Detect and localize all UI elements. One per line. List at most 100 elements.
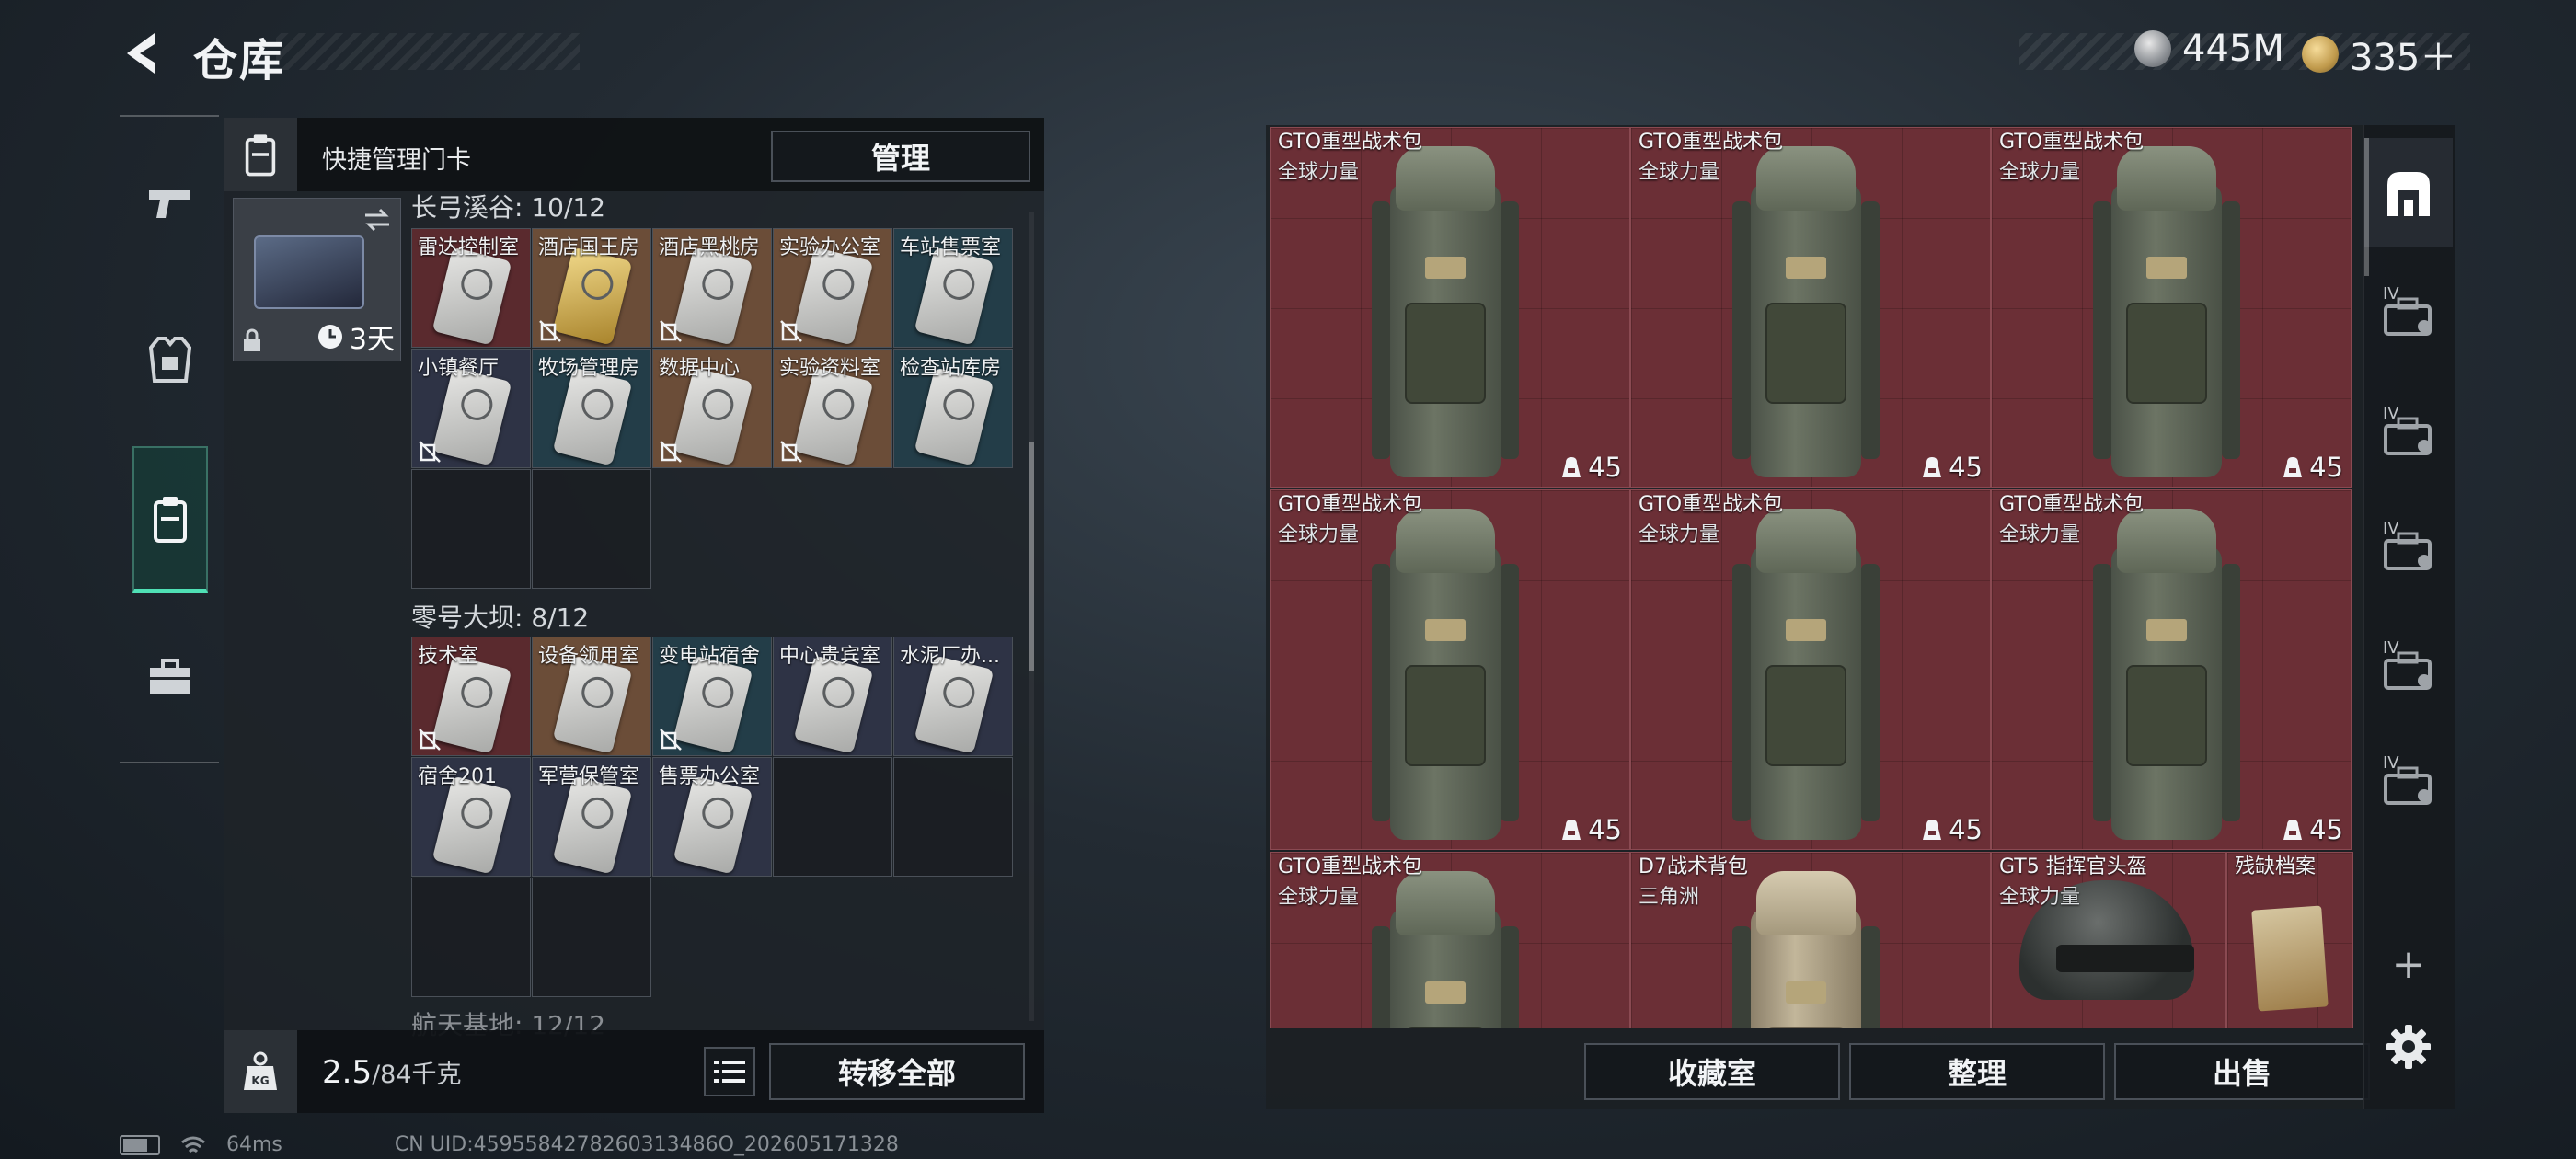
manage-button[interactable]: 管理 <box>771 131 1030 182</box>
keycard-image <box>793 367 874 466</box>
sidebar-item-consumables[interactable] <box>132 625 208 729</box>
keycard-item[interactable]: 小镇餐厅 <box>411 349 531 468</box>
keycard-item[interactable]: 设备领用室 <box>532 637 651 756</box>
swap-icon[interactable] <box>362 204 393 235</box>
stash-item[interactable]: GTO重型战术包 全球力量 45 <box>1991 127 2352 488</box>
collection-room-button[interactable]: 收藏室 <box>1584 1043 1840 1100</box>
stash-item[interactable]: D7战术背包 三角洲 <box>1630 852 1991 1028</box>
add-stash-button[interactable]: + <box>2374 929 2444 999</box>
keycard-image <box>552 247 633 346</box>
sidebar-item-equipment[interactable] <box>132 308 208 411</box>
keycard-item[interactable]: 宿舍201 <box>411 757 531 877</box>
pistol-icon <box>149 190 190 218</box>
keycard-image <box>673 655 753 754</box>
keycard-label: 变电站宿舍 <box>659 645 761 668</box>
section-title-dam: 零号大坝: 8/12 <box>411 602 590 633</box>
item-brand: 全球力量 <box>1999 523 2081 546</box>
back-button[interactable] <box>118 28 169 79</box>
keycard-item[interactable]: 变电站宿舍 <box>652 637 772 756</box>
scrollbar-thumb[interactable] <box>1029 442 1034 671</box>
toolbox-icon <box>150 659 190 694</box>
keycard-item[interactable]: 牧场管理房 <box>532 349 651 468</box>
sort-button[interactable]: 整理 <box>1849 1043 2105 1100</box>
item-brand: 全球力量 <box>1999 161 2081 184</box>
keycard-label: 中心贵宾室 <box>779 645 881 668</box>
item-name: GTO重型战术包 <box>1639 131 1784 154</box>
item-name: GT5 指挥官头盔 <box>1999 855 2147 878</box>
slot-timer-label: 3天 <box>349 324 395 356</box>
slot-timer: 3天 <box>316 316 395 357</box>
settings-button[interactable] <box>2374 1012 2444 1082</box>
empty-keycard-slot[interactable] <box>532 469 651 589</box>
empty-keycard-slot[interactable] <box>411 469 531 589</box>
keycard-image <box>914 367 995 466</box>
keycard-item[interactable]: 售票办公室 <box>652 757 772 877</box>
keycard-item[interactable]: 数据中心 <box>652 349 772 468</box>
keycard-item[interactable]: 水泥厂办... <box>893 637 1013 756</box>
empty-keycard-slot[interactable] <box>893 757 1013 877</box>
keycard-item[interactable]: 检查站库房 <box>893 349 1013 468</box>
tab-stash-case[interactable]: IV <box>2374 281 2444 350</box>
sidebar-item-keycards[interactable] <box>132 446 208 593</box>
capacity-value: 45 <box>1588 452 1622 483</box>
tab-stash-case[interactable]: IV <box>2374 635 2444 705</box>
keycard-item[interactable]: 军营保管室 <box>532 757 651 877</box>
item-name: GTO重型战术包 <box>1278 131 1423 154</box>
transfer-all-button[interactable]: 转移全部 <box>769 1043 1025 1100</box>
no-bind-icon <box>419 441 441 463</box>
stash-item[interactable]: GTO重型战术包 全球力量 <box>1270 852 1630 1028</box>
keycard-label: 数据中心 <box>659 357 741 380</box>
stash-item[interactable]: GTO重型战术包 全球力量 45 <box>1270 489 1630 850</box>
weight-icon: KG <box>224 1030 297 1113</box>
item-name: GTO重型战术包 <box>1278 855 1423 878</box>
lock-icon <box>244 328 260 351</box>
keycard-image <box>673 775 753 875</box>
empty-keycard-slot[interactable] <box>411 878 531 997</box>
keycard-item[interactable]: 酒店国王房 <box>532 228 651 348</box>
keycard-item[interactable]: 雷达控制室 <box>411 228 531 348</box>
keycard-image <box>673 367 753 466</box>
stash-item[interactable]: 残缺档案 <box>2226 852 2353 1028</box>
keycard-item[interactable]: 酒店黑桃房 <box>652 228 772 348</box>
stash-item[interactable]: GTO重型战术包 全球力量 45 <box>1991 489 2352 850</box>
keycard-item[interactable]: 实验办公室 <box>773 228 892 348</box>
keycard-item[interactable]: 技术室 <box>411 637 531 756</box>
sell-button[interactable]: 出售 <box>2114 1043 2370 1100</box>
stash-item[interactable]: GTO重型战术包 全球力量 45 <box>1630 127 1991 488</box>
stash-item[interactable]: GTO重型战术包 全球力量 45 <box>1270 127 1630 488</box>
item-capacity: 45 <box>1560 452 1622 483</box>
keycard-holder-icon <box>154 496 187 543</box>
stash-item[interactable]: GTO重型战术包 全球力量 45 <box>1630 489 1991 850</box>
empty-keycard-slot[interactable] <box>532 878 651 997</box>
backpack-image <box>1372 146 1519 477</box>
keycard-item[interactable]: 车站售票室 <box>893 228 1013 348</box>
home-icon <box>2387 172 2430 216</box>
tab-stash-case[interactable]: IV <box>2374 400 2444 470</box>
tab-stash-case[interactable]: IV <box>2374 750 2444 820</box>
armor-vest-icon <box>149 337 191 383</box>
keycard-item[interactable]: 中心贵宾室 <box>773 637 892 756</box>
backpack-image <box>2093 509 2240 840</box>
sidebar-item-weapons[interactable] <box>132 152 208 255</box>
backpack-capacity-icon <box>2283 820 2303 840</box>
keycard-label: 牧场管理房 <box>538 357 640 380</box>
currency-silver[interactable]: 445M <box>2134 28 2284 70</box>
keycard-item[interactable]: 实验资料室 <box>773 349 892 468</box>
stash-item[interactable]: GT5 指挥官头盔 全球力量 <box>1991 852 2226 1028</box>
currency-gold[interactable]: 335＋ <box>2302 28 2456 81</box>
weight-value: 2.5 <box>322 1054 373 1091</box>
backpack-image <box>1372 871 1519 1028</box>
keycard-label: 水泥厂办... <box>900 645 1000 668</box>
keycard-holder-slot[interactable]: 3天 <box>233 198 401 361</box>
tab-strip-scrollbar[interactable] <box>2364 138 2369 276</box>
silver-amount: 445M <box>2182 28 2284 70</box>
empty-keycard-slot[interactable] <box>773 757 892 877</box>
tab-main-stash[interactable] <box>2374 158 2444 228</box>
item-capacity: 45 <box>1560 814 1622 845</box>
uid-label: CN UID:4595584278260313486O_202605171328 <box>394 1133 899 1156</box>
keycard-label: 雷达控制室 <box>418 236 520 259</box>
keycard-image <box>431 775 512 875</box>
keycard-label: 酒店国王房 <box>538 236 640 259</box>
tab-stash-case[interactable]: IV <box>2374 515 2444 585</box>
list-view-button[interactable] <box>704 1047 755 1096</box>
